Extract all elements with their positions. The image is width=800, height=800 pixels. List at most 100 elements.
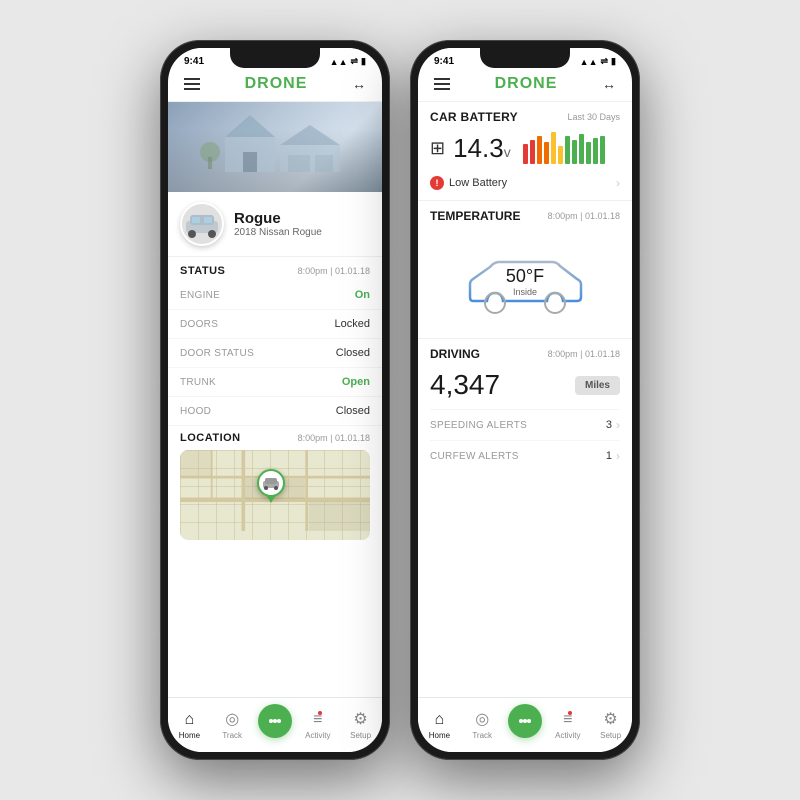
center-button-2[interactable] <box>508 704 542 738</box>
bottom-nav-1: ⌂ Home ◎ Track ≡ <box>168 697 382 752</box>
battery-bar <box>586 142 591 164</box>
miles-badge: Miles <box>575 376 620 395</box>
battery-bar <box>558 146 563 164</box>
trunk-label: TRUNK <box>180 377 216 388</box>
phone-2: 9:41 ▲▲ ⇌ ▮ DRONE ↔ CAR BATTERY Last 30 … <box>410 40 640 760</box>
battery-bars-chart <box>523 132 605 164</box>
battery-reading: ⊞ 14.3v <box>430 132 620 164</box>
curfew-label: CURFEW ALERTS <box>430 451 519 462</box>
nav-center-2[interactable] <box>505 704 545 740</box>
battery-bar <box>593 138 598 164</box>
car-info: Rogue 2018 Nissan Rogue <box>234 210 322 238</box>
chevron-right-battery: › <box>616 176 620 190</box>
car-avatar-icon <box>182 209 222 239</box>
hood-label: HOOD <box>180 406 211 417</box>
status-icons-1: ▲▲ ⇌ ▮ <box>330 56 366 67</box>
location-title: LOCATION <box>180 432 241 444</box>
nav-setup-label-2: Setup <box>600 731 621 740</box>
notch-2 <box>480 48 570 68</box>
nav-home-label-2: Home <box>429 731 450 740</box>
notch-1 <box>230 48 320 68</box>
wifi-icon-2: ⇌ <box>601 56 609 67</box>
signal-icon-2: ▲▲ <box>580 57 598 67</box>
nav-home-label-1: Home <box>179 731 200 740</box>
track-icon-1: ◎ <box>225 709 239 729</box>
app-title-1: DRONE <box>245 75 308 93</box>
nav-activity-1[interactable]: ≡ Activity <box>298 711 338 740</box>
bottom-nav-2: ⌂ Home ◎ Track ≡ <box>418 697 632 752</box>
status-header: STATUS 8:00pm | 01.01.18 <box>168 257 382 281</box>
phone-1: 9:41 ▲▲ ⇌ ▮ DRONE ↔ <box>160 40 390 760</box>
doors-value: Locked <box>335 318 370 330</box>
location-time: 8:00pm | 01.01.18 <box>298 433 370 443</box>
doors-label: DOORS <box>180 319 218 330</box>
car-outline-wrap: 50°F Inside <box>455 239 595 324</box>
time-1: 9:41 <box>184 56 204 67</box>
nav-setup-label-1: Setup <box>350 731 371 740</box>
status-title: STATUS <box>180 265 225 277</box>
temp-value: 50°F <box>506 266 544 287</box>
menu-icon-2[interactable] <box>434 78 450 90</box>
map-container[interactable] <box>180 450 370 540</box>
track-icon-2: ◎ <box>475 709 489 729</box>
nav-activity-2[interactable]: ≡ Activity <box>548 711 588 740</box>
hood-value: Closed <box>336 405 370 417</box>
engine-row: ENGINE On <box>168 281 382 310</box>
chevron-speeding: › <box>616 418 620 432</box>
nav-track-1[interactable]: ◎ Track <box>212 709 252 740</box>
time-2: 9:41 <box>434 56 454 67</box>
location-header: LOCATION 8:00pm | 01.01.18 <box>180 432 370 450</box>
low-battery-row[interactable]: ! Low Battery › <box>430 172 620 194</box>
curfew-alerts-row[interactable]: CURFEW ALERTS 1 › <box>430 440 620 471</box>
menu-icon[interactable] <box>184 78 200 90</box>
activity-wrap-1: ≡ <box>313 711 322 729</box>
battery-bar <box>572 140 577 164</box>
arrow-icon: ↔ <box>352 76 366 92</box>
door-status-row: DOOR STATUS Closed <box>168 339 382 368</box>
top-nav-1: DRONE ↔ <box>168 71 382 102</box>
temp-time: 8:00pm | 01.01.18 <box>548 211 620 221</box>
speeding-right: 3 › <box>606 418 620 432</box>
status-time: 8:00pm | 01.01.18 <box>298 266 370 276</box>
setup-icon-1: ⚙ <box>353 709 367 729</box>
nav-setup-2[interactable]: ⚙ Setup <box>591 709 631 740</box>
battery-bar <box>600 136 605 164</box>
nav-home-1[interactable]: ⌂ Home <box>169 711 209 740</box>
center-dots-icon <box>267 713 283 729</box>
engine-value: On <box>355 289 370 301</box>
speeding-count: 3 <box>606 419 612 431</box>
car-model: 2018 Nissan Rogue <box>234 227 322 238</box>
top-nav-2: DRONE ↔ <box>418 71 632 102</box>
battery-section: CAR BATTERY Last 30 Days ⊞ 14.3v ! Low B… <box>418 102 632 201</box>
battery-header: CAR BATTERY Last 30 Days <box>430 110 620 124</box>
battery-bar <box>523 144 528 164</box>
car-location-pin <box>257 469 285 503</box>
signal-icon: ▲▲ <box>330 57 348 67</box>
hero-image <box>168 102 382 192</box>
speeding-alerts-row[interactable]: SPEEDING ALERTS 3 › <box>430 409 620 440</box>
battery-icon-2: ▮ <box>611 56 616 67</box>
center-dots-icon-2 <box>517 713 533 729</box>
driving-section: DRIVING 8:00pm | 01.01.18 4,347 Miles SP… <box>418 339 632 477</box>
status-bar-1: 9:41 ▲▲ ⇌ ▮ <box>168 48 382 71</box>
nav-setup-1[interactable]: ⚙ Setup <box>341 709 381 740</box>
status-bar-2: 9:41 ▲▲ ⇌ ▮ <box>418 48 632 71</box>
nav-center-1[interactable] <box>255 704 295 740</box>
battery-bar <box>551 132 556 164</box>
curfew-right: 1 › <box>606 449 620 463</box>
pin-point <box>266 495 276 503</box>
nav-activity-label-1: Activity <box>305 731 330 740</box>
temp-label: Inside <box>506 287 544 297</box>
low-battery-text: Low Battery <box>449 177 507 189</box>
nav-track-label-1: Track <box>222 731 242 740</box>
nav-home-2[interactable]: ⌂ Home <box>419 711 459 740</box>
nav-track-2[interactable]: ◎ Track <box>462 709 502 740</box>
home-icon: ⌂ <box>185 711 195 729</box>
alert-icon: ! <box>430 176 444 190</box>
avatar <box>180 202 224 246</box>
battery-plus-icon: ⊞ <box>430 138 445 159</box>
battery-bar <box>544 142 549 164</box>
chevron-curfew: › <box>616 449 620 463</box>
center-button-1[interactable] <box>258 704 292 738</box>
battery-bar <box>530 140 535 164</box>
